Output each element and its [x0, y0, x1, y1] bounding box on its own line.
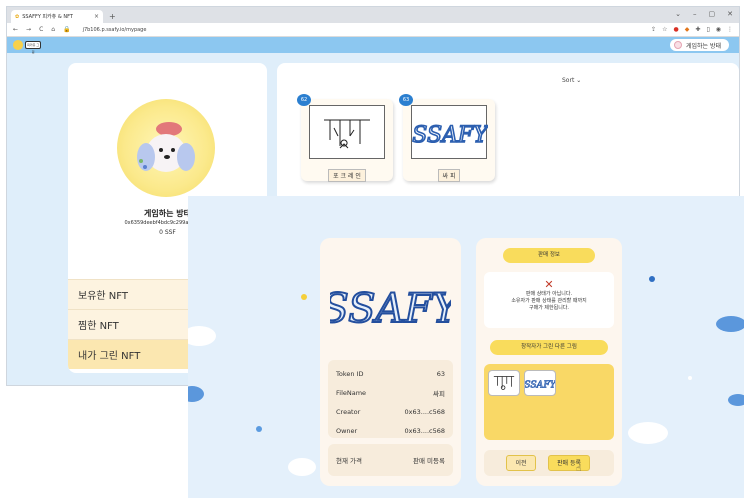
close-window-icon[interactable]: ✕ — [727, 10, 733, 18]
tab-strip: ✿ SSAFFY 피카츄 & NFT × + — [7, 7, 739, 23]
ssafy-drawing-icon: SSAFY — [411, 122, 491, 149]
cloud-decoration — [188, 386, 204, 402]
logo-mascot-icon — [13, 40, 24, 50]
metamask-icon[interactable]: ◆ — [685, 26, 690, 33]
chevron-down-icon: ⌄ — [576, 77, 582, 84]
action-buttons: 이전 판매 등록 ☝ — [484, 450, 614, 476]
puzzle-icon[interactable]: ✚ — [695, 26, 700, 33]
nft-image: SSAFY — [411, 105, 491, 159]
nft-artwork: SSAFY — [330, 285, 451, 333]
price-label: 현재 가격 — [336, 457, 362, 465]
nft-image — [309, 105, 385, 159]
meta-label: Creator — [336, 407, 361, 416]
browser-tab[interactable]: ✿ SSAFFY 피카츄 & NFT × — [11, 10, 103, 23]
url-text[interactable]: j7b106.p.ssafy.io/mypage — [83, 27, 147, 33]
meta-value: 63 — [436, 369, 445, 378]
extension-icons: ⇪ ☆ ● ◆ ✚ ▯ ◉ ⋮ — [651, 26, 733, 33]
meta-creator: Creator 0x63....c568 — [336, 402, 445, 421]
user-name: 게임하는 방태 — [685, 42, 721, 50]
sale-status-box: ✕ 판매 상태가 아닙니다. 소유자가 판매 상태를 관리할 때까지 구매가 제… — [484, 272, 614, 328]
back-icon[interactable]: ← — [13, 26, 18, 33]
cursor-icon: ☝ — [576, 464, 582, 474]
dot-decoration — [301, 294, 307, 300]
app-logo[interactable]: 피카츄 그림 — [13, 39, 41, 54]
kebab-menu-icon[interactable]: ⋮ — [727, 26, 733, 33]
artist-works-list: SSAFY — [484, 364, 614, 440]
cloud-decoration — [188, 326, 216, 346]
dot-decoration — [688, 376, 692, 380]
nft-gallery: Sort ⌄ 62 포 크 레 인 63 SSAFY 싸 피 — [277, 63, 739, 203]
nft-art-card: SSAFY Token ID 63 FileName 싸피 Creator 0x… — [320, 238, 461, 486]
price-row: 현재 가격 판매 미등록 — [328, 444, 453, 476]
dot-decoration — [649, 276, 655, 282]
profile-avatar — [117, 99, 215, 197]
logo-text: 피카츄 그림 — [25, 41, 41, 54]
home-icon[interactable]: ⌂ — [51, 26, 55, 33]
prev-button[interactable]: 이전 — [506, 455, 536, 471]
tab-close-icon[interactable]: × — [94, 13, 99, 20]
meta-token-id: Token ID 63 — [336, 364, 445, 383]
crane-drawing-icon — [324, 119, 370, 149]
sale-status-detail-1: 소유자가 판매 상태를 관리할 때까지 — [511, 298, 587, 304]
close-icon: ✕ — [544, 278, 554, 291]
screenshot-root: ✿ SSAFFY 피카츄 & NFT × + ⌄ – ▢ ✕ ← → C ⌂ 🔒… — [0, 0, 744, 498]
meta-value: 0x63....c568 — [404, 407, 446, 416]
puppy-avatar-icon — [137, 122, 195, 172]
window-controls: ⌄ – ▢ ✕ — [675, 10, 733, 18]
new-tab-button[interactable]: + — [109, 12, 116, 21]
artist-work-thumb[interactable] — [488, 370, 520, 396]
meta-owner: Owner 0x63....c568 — [336, 421, 445, 440]
sale-info-card: 판매 정보 ✕ 판매 상태가 아닙니다. 소유자가 판매 상태를 관리할 때까지… — [476, 238, 622, 486]
maximize-icon[interactable]: ▢ — [709, 10, 716, 18]
sale-status-detail-2: 구매가 제한됩니다. — [529, 305, 569, 311]
app-header: 피카츄 그림 게임하는 방태 — [7, 37, 739, 54]
sidepanel-icon[interactable]: ▯ — [706, 26, 709, 33]
nft-metadata: Token ID 63 FileName 싸피 Creator 0x63....… — [328, 360, 453, 438]
share-icon[interactable]: ⇪ — [651, 26, 656, 33]
nft-caption: 싸 피 — [437, 169, 461, 182]
ssafy-drawing-icon: SSAFY — [524, 379, 557, 391]
sort-label: Sort — [562, 77, 575, 84]
star-icon[interactable]: ☆ — [662, 26, 667, 33]
cloud-decoration — [716, 316, 744, 332]
ssafy-drawing-text: SSAFY — [412, 123, 488, 148]
price-value: 판매 미등록 — [413, 457, 445, 465]
user-menu-button[interactable]: 게임하는 방태 — [669, 39, 729, 51]
cloud-decoration — [288, 458, 316, 476]
extension-red-icon[interactable]: ● — [674, 26, 679, 33]
meta-label: Owner — [336, 426, 358, 435]
lock-icon: 🔒 — [63, 26, 71, 33]
nft-detail-window: SSAFY Token ID 63 FileName 싸피 Creator 0x… — [188, 196, 744, 498]
artist-work-thumb[interactable]: SSAFY — [524, 370, 557, 396]
tab-title: SSAFFY 피카츄 & NFT — [22, 14, 73, 20]
artist-works-title: 창작자가 그린 다른 그림 — [490, 340, 608, 355]
cloud-decoration — [728, 394, 744, 406]
meta-value: 싸피 — [433, 389, 445, 398]
nft-card[interactable]: 63 SSAFY 싸 피 — [399, 94, 495, 182]
cloud-decoration — [628, 422, 668, 444]
meta-value: 0x63....c568 — [404, 426, 446, 435]
nft-caption: 포 크 레 인 — [328, 169, 366, 182]
profile-icon[interactable]: ◉ — [716, 26, 721, 33]
register-sale-button[interactable]: 판매 등록 — [548, 455, 590, 471]
meta-filename: FileName 싸피 — [336, 383, 445, 402]
forward-icon[interactable]: → — [26, 26, 31, 33]
address-bar: ← → C ⌂ 🔒 j7b106.p.ssafy.io/mypage ⇪ ☆ ●… — [7, 23, 739, 37]
nft-card[interactable]: 62 포 크 레 인 — [297, 94, 393, 182]
avatar — [673, 41, 682, 49]
tab-search-icon[interactable]: ⌄ — [675, 10, 681, 18]
mini-ssafy-text: SSAFY — [525, 380, 555, 391]
sale-info-title: 판매 정보 — [503, 248, 595, 263]
reload-icon[interactable]: C — [39, 26, 43, 33]
favicon-icon: ✿ — [15, 13, 20, 20]
sort-dropdown[interactable]: Sort ⌄ — [562, 77, 581, 84]
minimize-icon[interactable]: – — [693, 10, 697, 18]
meta-label: Token ID — [336, 369, 364, 378]
meta-label: FileName — [336, 388, 367, 397]
crane-drawing-icon — [493, 376, 515, 390]
sale-status-message: 판매 상태가 아닙니다. — [525, 291, 573, 297]
dot-decoration — [256, 426, 262, 432]
artwork-text: SSAFY — [330, 286, 451, 332]
